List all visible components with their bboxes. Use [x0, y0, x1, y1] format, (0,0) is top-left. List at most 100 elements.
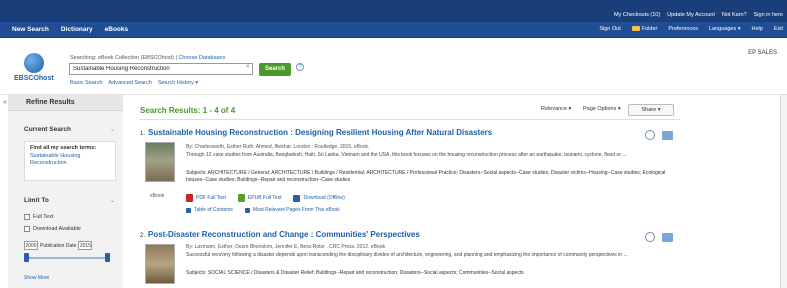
result-title-main: Post-Disaster Reconstruction and Change [148, 230, 309, 239]
download-available-checkbox[interactable] [24, 226, 30, 232]
date-from-input[interactable]: 2000 [24, 241, 38, 250]
book-cover-image[interactable] [145, 244, 175, 284]
search-input[interactable] [69, 63, 253, 75]
download-available-label: Download Available [33, 226, 81, 232]
relevance-dropdown[interactable]: Relevance ▾ [541, 106, 571, 112]
account-bar: My Checkouts (10) Update My Account Not … [0, 0, 787, 22]
pdf-full-text-link[interactable]: PDF Full Text [196, 195, 226, 201]
result-subjects: Subjects: SOCIAL SCIENCE / Disasters & D… [186, 270, 524, 276]
search-area: EBSCOhost Searching: eBook Collection (E… [0, 38, 787, 95]
folder-icon [631, 26, 640, 32]
help-icon[interactable]: ? [296, 63, 304, 71]
preview-magnifier-icon[interactable] [645, 232, 655, 242]
add-to-folder-icon[interactable] [662, 233, 673, 242]
nav-languages[interactable]: Languages ▾ [709, 26, 741, 32]
book-cover-image[interactable] [145, 142, 175, 182]
result-number: 1. [140, 131, 146, 137]
globe-icon [24, 53, 44, 73]
search-links: Basic Search Advanced Search Search Hist… [70, 80, 198, 86]
update-account-link[interactable]: Update My Account [667, 12, 715, 18]
basic-search-link[interactable]: Basic Search [70, 80, 102, 86]
vertical-scrollbar[interactable] [780, 95, 787, 288]
result-title-link[interactable]: Sustainable Housing Reconstruction : Des… [148, 128, 492, 137]
nav-exit[interactable]: Exit [774, 26, 783, 32]
nav-ebooks[interactable]: eBooks [105, 26, 128, 33]
pdf-icon [186, 194, 193, 202]
result-byline: By: Charlesworth, Esther Ruth; Ahmed, If… [186, 144, 370, 150]
full-text-checkbox[interactable] [24, 214, 30, 220]
full-text-filter[interactable]: Full Text [24, 214, 53, 220]
result-number: 2. [140, 233, 146, 239]
share-label: Share ▾ [641, 107, 661, 113]
search-history-link[interactable]: Search History ▾ [158, 80, 198, 86]
date-slider-start-handle[interactable] [24, 253, 29, 262]
nav-new-search[interactable]: New Search [12, 26, 49, 33]
page-options-label: Page Options ▾ [583, 106, 621, 112]
refine-header: « Refine Results [3, 95, 123, 111]
full-text-label: Full Text [33, 214, 54, 220]
relevant-pages-icon [244, 207, 250, 213]
account-links: My Checkouts (10) Update My Account Not … [614, 12, 783, 18]
searching-label: Searching: eBook Collection (EBSCOhost) [70, 55, 174, 61]
main-nav: New Search Dictionary eBooks Sign Out Fo… [0, 22, 787, 38]
relevance-label: Relevance ▾ [541, 106, 572, 112]
limit-to-heading[interactable]: Limit To [24, 197, 49, 204]
nav-folder-label: Folder [641, 26, 658, 32]
download-icon [293, 194, 301, 202]
clear-search-icon[interactable]: × [246, 64, 250, 70]
date-slider-track[interactable] [26, 257, 108, 259]
nav-preferences[interactable]: Preferences [668, 26, 698, 32]
collapse-arrow-icon[interactable]: « [3, 99, 7, 106]
add-to-folder-icon[interactable] [662, 131, 673, 140]
share-button[interactable]: Share ▾ [628, 104, 674, 116]
sign-in-link[interactable]: Sign in here [754, 12, 783, 18]
date-to-input[interactable]: 2015 [78, 241, 93, 250]
find-all-terms-box: Find all my search terms: Sustainable Ho… [24, 141, 116, 181]
ebook-extra-links: Table of Contents Most Relevant Pages Fr… [186, 207, 340, 213]
results-count: Search Results: 1 - 4 of 4 [140, 106, 236, 115]
my-checkouts-link[interactable]: My Checkouts (10) [614, 12, 660, 18]
result-byline: By: Lavmann, Esther; Dusre Blrenslom, Je… [186, 244, 387, 250]
nav-sign-out[interactable]: Sign Out [599, 26, 620, 32]
result-title-sub: Communities' Perspectives [315, 230, 420, 239]
format-label: eBook [150, 193, 165, 199]
not-user-link[interactable]: Not Karn? [722, 12, 747, 18]
search-button[interactable]: Search [259, 63, 291, 76]
download-filter[interactable]: Download Available [24, 226, 81, 232]
result-title-main: Sustainable Housing Reconstruction [148, 128, 289, 137]
ebsco-logo[interactable]: EBSCOhost [14, 53, 58, 87]
find-label: Find all my search terms: [30, 145, 97, 151]
result-abstract: Through 12 case studies from Australia, … [186, 152, 627, 158]
logo-text: EBSCOhost [14, 75, 54, 82]
preview-magnifier-icon[interactable] [645, 130, 655, 140]
publication-date-label: Publication Date [40, 242, 77, 249]
refine-title: Refine Results [26, 99, 75, 106]
epub-full-text-link[interactable]: EPUB Full Text [248, 195, 282, 201]
nav-folder[interactable]: Folder [631, 26, 658, 32]
refine-sidebar: « Refine Results Current Search ⌄ Find a… [3, 95, 123, 288]
find-terms-link[interactable]: Sustainable Housing Reconstruction [30, 153, 110, 167]
chevron-down-icon[interactable]: ⌄ [110, 126, 115, 133]
date-slider-end-handle[interactable] [105, 253, 110, 262]
advanced-search-link[interactable]: Advanced Search [108, 80, 151, 86]
chevron-down-icon[interactable]: ⌄ [110, 197, 115, 204]
publication-date-range: 2000 Publication Date 2015 [24, 241, 93, 250]
result-title-link[interactable]: Post-Disaster Reconstruction and Change … [148, 230, 420, 239]
table-of-contents-link[interactable]: Table of Contents [194, 207, 233, 213]
result-abstract: Successful recovery following a disaster… [186, 252, 628, 258]
nav-dictionary[interactable]: Dictionary [61, 26, 93, 33]
epub-icon [237, 194, 245, 202]
page-options-dropdown[interactable]: Page Options ▾ [583, 106, 621, 112]
current-search-heading[interactable]: Current Search [24, 126, 71, 133]
fulltext-links: PDF Full Text EPUB Full Text Download (O… [186, 194, 345, 202]
searching-database: Searching: eBook Collection (EBSCOhost) … [70, 55, 226, 61]
download-offline-link[interactable]: Download (Offline) [303, 195, 344, 201]
result-subjects: Subjects: ARCHITECTURE / General; ARCHIT… [186, 170, 666, 183]
institution-label: EP SALES [748, 50, 777, 56]
result-title-sub: Designing Resilient Housing After Natura… [295, 128, 493, 137]
nav-help[interactable]: Help [752, 26, 763, 32]
choose-databases-link[interactable]: Choose Databases [178, 55, 225, 61]
results-divider [140, 119, 680, 120]
relevant-pages-link[interactable]: Most Relevant Pages From This eBook [253, 207, 340, 213]
show-more-link[interactable]: Show More [24, 275, 49, 281]
